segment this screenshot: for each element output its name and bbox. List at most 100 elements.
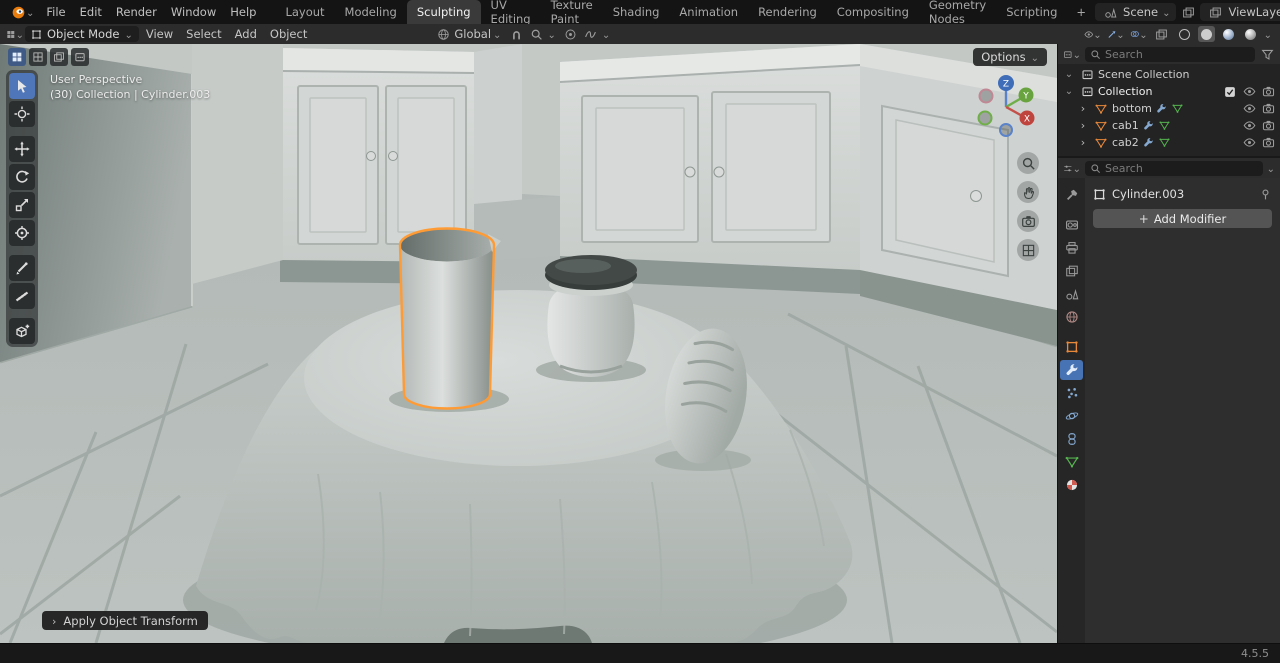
disable-camera-icon[interactable] [1260,102,1276,115]
outliner-row-object[interactable]: cab1 [1058,117,1280,134]
tab-particle-properties[interactable] [1060,383,1083,403]
tool-scale[interactable] [9,192,35,218]
menu-render[interactable]: Render [109,0,164,24]
tab-geometry-nodes[interactable]: Geometry Nodes [919,0,996,26]
tab-rendering[interactable]: Rendering [748,0,827,24]
tab-render-properties[interactable] [1060,215,1083,235]
shading-solid-button[interactable] [1197,26,1215,42]
tab-data-properties[interactable] [1060,452,1083,472]
overlays-toggle[interactable] [1130,25,1148,43]
shading-wireframe-button[interactable] [1176,26,1193,42]
outliner-search-input[interactable] [1105,47,1250,61]
hide-eye-icon[interactable] [1241,136,1257,149]
shading-rendered-button[interactable] [1242,26,1259,42]
tab-compositing[interactable]: Compositing [827,0,919,24]
chevron-right-icon[interactable] [1076,119,1090,132]
camera-view-icon[interactable] [1017,210,1039,232]
tool-setting-button-3[interactable] [50,48,68,66]
add-workspace-button[interactable]: + [1067,0,1095,24]
tab-viewlayer-properties[interactable] [1060,261,1083,281]
menu-file[interactable]: File [39,0,72,24]
viewport-3d[interactable]: Options User Perspective (30) Collection… [0,44,1057,643]
properties-editor-type-button[interactable] [1063,159,1081,177]
blender-logo-icon[interactable] [6,0,39,24]
tab-uv-editing[interactable]: UV Editing [481,0,541,26]
tab-modifier-properties[interactable] [1060,360,1083,380]
xray-toggle[interactable] [1153,25,1171,43]
tab-modeling[interactable]: Modeling [335,0,407,24]
tab-shading[interactable]: Shading [603,0,670,24]
disable-camera-icon[interactable] [1260,119,1276,132]
proportional-editing[interactable] [562,25,610,43]
visibility-toggle[interactable] [1084,25,1102,43]
tab-tool-properties[interactable] [1060,185,1083,205]
outliner-row-object[interactable]: bottom [1058,100,1280,117]
tool-setting-button-1[interactable] [8,48,26,66]
snap-toggle[interactable] [507,25,555,43]
options-dropdown[interactable]: Options [973,48,1047,66]
tab-scripting[interactable]: Scripting [996,0,1067,24]
tab-scene-properties[interactable] [1060,284,1083,304]
operator-panel[interactable]: Apply Object Transform [42,611,208,630]
disable-camera-icon[interactable] [1260,136,1276,149]
menu-view[interactable]: View [140,27,179,41]
outliner-search[interactable] [1085,46,1255,62]
chevron-right-icon[interactable] [1076,136,1090,149]
tool-cursor[interactable] [9,101,35,127]
outliner-row-object[interactable]: cab2 [1058,134,1280,151]
chevron-right-icon[interactable] [1076,102,1090,115]
hide-eye-icon[interactable] [1241,102,1257,115]
new-scene-button[interactable] [1179,3,1197,21]
outliner-editor-type-button[interactable] [1063,45,1081,63]
tool-rotate[interactable] [9,164,35,190]
caret-down-icon[interactable] [1062,69,1076,80]
hide-eye-icon[interactable] [1241,85,1257,98]
tool-add-cube[interactable] [9,318,35,344]
tab-constraint-properties[interactable] [1060,429,1083,449]
editor-type-button[interactable] [6,25,24,43]
tool-setting-button-2[interactable] [29,48,47,66]
menu-object[interactable]: Object [264,27,313,41]
tool-measure[interactable] [9,283,35,309]
caret-down-icon[interactable] [1062,86,1076,97]
tab-world-properties[interactable] [1060,307,1083,327]
viewlayer-selector[interactable]: ViewLayer [1200,3,1280,21]
menu-add[interactable]: Add [229,27,263,41]
tool-transform[interactable] [9,220,35,246]
tab-physics-properties[interactable] [1060,406,1083,426]
filter-icon[interactable] [1259,45,1275,63]
tab-material-properties[interactable] [1060,475,1083,495]
properties-search-input[interactable] [1105,161,1258,175]
tab-animation[interactable]: Animation [669,0,748,24]
menu-window[interactable]: Window [164,0,223,24]
zoom-icon[interactable] [1017,152,1039,174]
scene-selector[interactable]: Scene [1095,3,1177,21]
checkbox-icon[interactable] [1222,86,1238,98]
tab-layout[interactable]: Layout [275,0,334,24]
outliner-row-collection[interactable]: Collection [1058,83,1280,100]
mode-selector[interactable]: Object Mode [25,26,139,42]
snap-settings[interactable] [527,25,545,43]
add-modifier-button[interactable]: + Add Modifier [1093,209,1272,228]
tab-texture-paint[interactable]: Texture Paint [541,0,603,26]
pin-icon[interactable] [1259,188,1272,201]
menu-select[interactable]: Select [180,27,227,41]
hide-eye-icon[interactable] [1241,119,1257,132]
shading-material-button[interactable] [1220,26,1237,42]
properties-search[interactable] [1085,160,1263,176]
tool-setting-button-4[interactable] [71,48,89,66]
outliner-row-scene-collection[interactable]: Scene Collection [1058,66,1280,83]
ortho-grid-icon[interactable] [1017,239,1039,261]
menu-help[interactable]: Help [223,0,263,24]
menu-edit[interactable]: Edit [73,0,109,24]
tab-object-properties[interactable] [1060,337,1083,357]
tab-output-properties[interactable] [1060,238,1083,258]
tab-sculpting[interactable]: Sculpting [406,0,481,24]
tool-select-box[interactable] [9,73,35,99]
gizmos-toggle[interactable] [1107,25,1125,43]
tool-move[interactable] [9,136,35,162]
navigation-gizmo[interactable]: Z Y X [969,70,1043,144]
tool-annotate[interactable] [9,255,35,281]
pan-hand-icon[interactable] [1017,181,1039,203]
disable-camera-icon[interactable] [1260,85,1276,98]
